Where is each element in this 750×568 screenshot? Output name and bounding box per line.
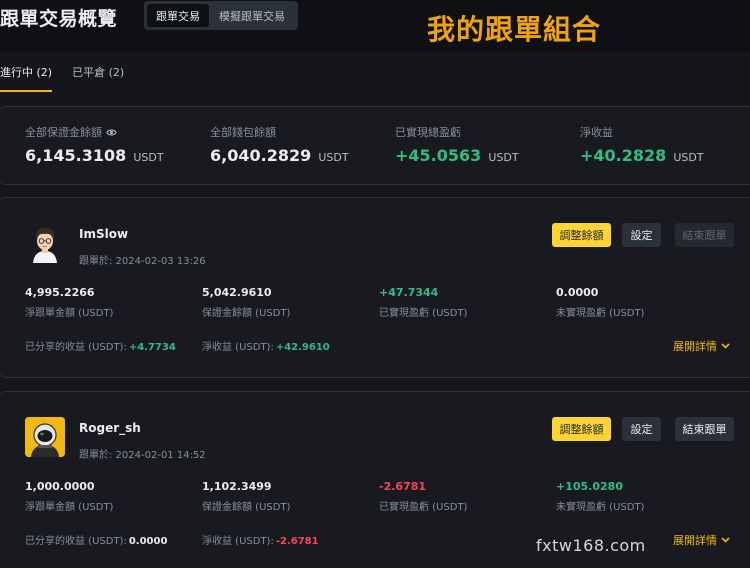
trader-card: ImSlow 跟單於: 2024-02-03 13:26 調整餘額 設定 結束跟… — [0, 197, 750, 378]
metric-value: +105.0280 — [556, 480, 623, 493]
expand-details-label: 展開詳情 — [673, 534, 717, 547]
metric-label: 未實現盈虧 (USDT) — [556, 308, 645, 319]
metric-value: +47.7344 — [379, 286, 439, 299]
net-profit-label: 淨收益 (USDT): — [202, 342, 274, 353]
net-profit: 淨收益 (USDT): -2.6781 — [202, 532, 319, 547]
metric-label: 保證金餘額 (USDT) — [202, 502, 291, 513]
segment-mock-copy-trading[interactable]: 模擬跟單交易 — [209, 4, 295, 27]
trader-name[interactable]: ImSlow — [79, 227, 128, 241]
summary-realized-pnl: 已實現總盈虧 +45.0563 USDT — [395, 124, 519, 165]
metric-label: 已實現盈虧 (USDT) — [379, 308, 468, 319]
summary-unit: USDT — [133, 151, 164, 164]
metric-label: 保證金餘額 (USDT) — [202, 308, 291, 319]
trader-name[interactable]: Roger_sh — [79, 421, 141, 435]
stop-copy-button[interactable]: 結束跟單 — [675, 223, 734, 247]
chevron-down-icon — [721, 537, 730, 543]
shared-profit-value: 0.0000 — [128, 536, 168, 547]
summary-value: 6,040.2829 — [210, 146, 312, 165]
avatar[interactable] — [25, 417, 65, 457]
adjust-balance-button[interactable]: 調整餘額 — [552, 417, 611, 441]
net-profit-value: -2.6781 — [275, 536, 319, 547]
summary-panel: 全部保證金餘額 6,145.3108 USDT 全部錢包餘額 6,040.282… — [0, 106, 750, 185]
follow-since: 跟單於: 2024-02-01 14:52 — [79, 450, 206, 461]
metric-unrealized-pnl: 0.0000 未實現盈虧 (USDT) — [556, 286, 644, 319]
shared-profit: 已分享的收益 (USDT): 0.0000 — [25, 532, 167, 547]
page-title: 跟單交易概覽 — [0, 8, 118, 30]
metric-label: 淨跟單金額 (USDT) — [25, 308, 114, 319]
overlay-title: 我的跟單組合 — [427, 13, 602, 46]
summary-unit: USDT — [673, 151, 704, 164]
tab-closed[interactable]: 已平倉 (2) — [72, 60, 124, 88]
metric-value: 1,102.3499 — [202, 480, 272, 493]
metric-value: 4,995.2266 — [25, 286, 95, 299]
metric-value: 1,000.0000 — [25, 480, 95, 493]
summary-label: 全部錢包餘額 — [210, 126, 276, 139]
adjust-balance-button[interactable]: 調整餘額 — [552, 223, 611, 247]
metric-net-copy-amount: 4,995.2266 淨跟單金額 (USDT) — [25, 286, 113, 319]
metric-unrealized-pnl: +105.0280 未實現盈虧 (USDT) — [556, 480, 644, 513]
summary-value: +40.2828 — [580, 146, 667, 165]
expand-details-link[interactable]: 展開詳情 — [673, 532, 730, 548]
metric-margin-balance: 5,042.9610 保證金餘額 (USDT) — [202, 286, 290, 319]
metric-value: 5,042.9610 — [202, 286, 272, 299]
summary-label: 全部保證金餘額 — [25, 126, 102, 139]
avatar-cartoon-icon — [25, 223, 65, 263]
shared-profit-label: 已分享的收益 (USDT): — [25, 536, 127, 547]
stop-copy-button[interactable]: 結束跟單 — [675, 417, 734, 441]
metric-label: 淨跟單金額 (USDT) — [25, 502, 114, 513]
net-profit: 淨收益 (USDT): +42.9610 — [202, 338, 330, 353]
avatar[interactable] — [25, 223, 65, 263]
segment-copy-trading[interactable]: 跟單交易 — [147, 4, 209, 27]
shared-profit-value: +4.7734 — [128, 342, 176, 353]
metric-net-copy-amount: 1,000.0000 淨跟單金額 (USDT) — [25, 480, 113, 513]
settings-button[interactable]: 設定 — [622, 223, 661, 247]
summary-value: 6,145.3108 — [25, 146, 127, 165]
summary-unit: USDT — [488, 151, 519, 164]
summary-net-profit: 淨收益 +40.2828 USDT — [580, 124, 704, 165]
shared-profit: 已分享的收益 (USDT): +4.7734 — [25, 338, 176, 353]
shared-profit-label: 已分享的收益 (USDT): — [25, 342, 127, 353]
chevron-down-icon — [721, 343, 730, 349]
metric-realized-pnl: +47.7344 已實現盈虧 (USDT) — [379, 286, 467, 319]
mode-switch: 跟單交易 模擬跟單交易 — [144, 1, 298, 30]
summary-value: +45.0563 — [395, 146, 482, 165]
expand-details-link[interactable]: 展開詳情 — [673, 338, 730, 354]
top-bar: 跟單交易概覽 跟單交易 模擬跟單交易 我的跟單組合 — [0, 0, 750, 52]
settings-button[interactable]: 設定 — [622, 417, 661, 441]
summary-label: 淨收益 — [580, 126, 613, 139]
summary-unit: USDT — [318, 151, 349, 164]
metric-label: 未實現盈虧 (USDT) — [556, 502, 645, 513]
metric-margin-balance: 1,102.3499 保證金餘額 (USDT) — [202, 480, 290, 513]
watermark: fxtw168.com — [536, 536, 646, 555]
summary-total-margin: 全部保證金餘額 6,145.3108 USDT — [25, 124, 164, 165]
net-profit-value: +42.9610 — [275, 342, 330, 353]
status-tabs: 進行中 (2) 已平倉 (2) — [0, 60, 144, 92]
tab-ongoing[interactable]: 進行中 (2) — [0, 60, 53, 92]
metric-value: 0.0000 — [556, 286, 599, 299]
net-profit-label: 淨收益 (USDT): — [202, 536, 274, 547]
metric-realized-pnl: -2.6781 已實現盈虧 (USDT) — [379, 480, 467, 513]
expand-details-label: 展開詳情 — [673, 340, 717, 353]
avatar-astronaut-icon — [25, 417, 65, 457]
summary-wallet-balance: 全部錢包餘額 6,040.2829 USDT — [210, 124, 349, 165]
follow-since: 跟單於: 2024-02-03 13:26 — [79, 256, 206, 267]
eye-icon[interactable] — [106, 127, 117, 138]
summary-label: 已實現總盈虧 — [395, 126, 461, 139]
metric-value: -2.6781 — [379, 480, 427, 493]
metric-label: 已實現盈虧 (USDT) — [379, 502, 468, 513]
